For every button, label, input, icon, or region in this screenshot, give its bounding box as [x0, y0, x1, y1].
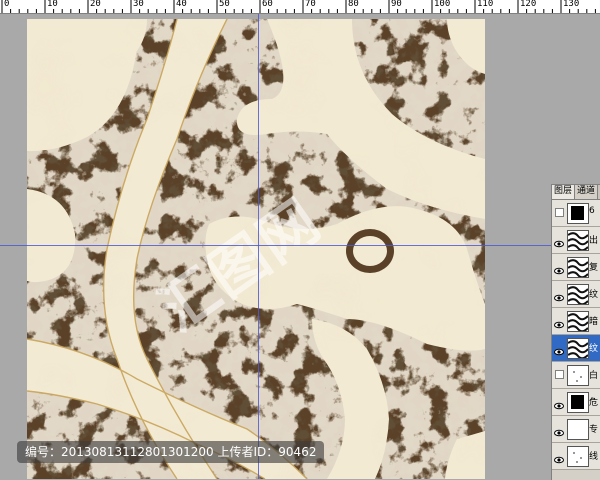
layer-name: 线 — [589, 452, 599, 462]
ruler-label: 50 — [219, 0, 230, 9]
tab-layers[interactable]: 图层 — [552, 185, 576, 199]
layer-name: 危 — [589, 398, 599, 408]
eye-icon[interactable] — [554, 234, 564, 248]
marble-tile-artwork[interactable]: 汇图网 — [27, 19, 485, 479]
layer-name: 复 — [589, 263, 599, 273]
layer-name: 6 — [589, 206, 595, 216]
panel-tabs: 图层 通道 — [552, 185, 600, 200]
eye-icon[interactable] — [554, 396, 564, 410]
ruler-label: 100 — [434, 0, 451, 9]
white-dots-icon — [567, 446, 589, 467]
layer-row[interactable]: 纹 — [552, 335, 600, 362]
eye-icon[interactable] — [554, 423, 564, 437]
layer-row[interactable]: 暗 — [552, 308, 600, 335]
ruler-label: 30 — [133, 0, 144, 9]
layer-name: 白 — [589, 371, 599, 381]
layer-name: 纹 — [589, 344, 599, 354]
black-icon — [567, 392, 589, 413]
layer-name: 专 — [589, 425, 599, 435]
eye-icon[interactable] — [554, 342, 564, 356]
ruler-label: 40 — [176, 0, 187, 9]
ruler-label: 110 — [477, 0, 494, 9]
marble-pattern-icon — [567, 338, 589, 359]
eye-icon[interactable] — [554, 288, 564, 302]
marble-pattern-icon — [567, 311, 589, 332]
ruler-label: 0 — [4, 0, 10, 9]
ruler-label: 10 — [47, 0, 58, 9]
visibility-toggle[interactable] — [555, 370, 564, 379]
vertical-guide[interactable] — [258, 14, 259, 479]
layers-panel: 图层 通道 6出复纹暗纹白危专线 — [551, 184, 600, 480]
image-id-banner: 编号：20130813112801301200 上传者ID：90462 — [17, 441, 325, 463]
ruler-label: 70 — [305, 0, 316, 9]
ruler-label: 20 — [90, 0, 101, 9]
layer-name: 出 — [589, 236, 599, 246]
layer-row[interactable]: 线 — [552, 443, 600, 470]
marble-pattern-icon — [567, 230, 589, 251]
ruler-label: 60 — [262, 0, 273, 9]
marble-pattern-icon — [567, 284, 589, 305]
marble-pattern-icon — [567, 257, 589, 278]
layer-row[interactable]: 纹 — [552, 281, 600, 308]
horizontal-ruler: 0102030405060708090100110120130140 — [0, 0, 600, 14]
visibility-toggle[interactable] — [555, 208, 564, 217]
ruler-label: 90 — [391, 0, 402, 9]
horizontal-guide[interactable] — [0, 245, 600, 246]
layer-list: 6出复纹暗纹白危专线 — [552, 200, 600, 470]
tab-channels[interactable]: 通道 — [575, 185, 599, 199]
layer-row[interactable]: 白 — [552, 362, 600, 389]
eye-icon[interactable] — [554, 315, 564, 329]
canvas-area[interactable]: 汇图网 — [0, 14, 600, 479]
layer-row[interactable]: 复 — [552, 254, 600, 281]
eye-icon[interactable] — [554, 261, 564, 275]
ruler-label: 120 — [520, 0, 537, 9]
ruler-label: 130 — [563, 0, 580, 9]
layer-name: 纹 — [589, 290, 599, 300]
layer-name: 暗 — [589, 317, 599, 327]
layer-row[interactable]: 专 — [552, 416, 600, 443]
layer-row[interactable]: 危 — [552, 389, 600, 416]
ruler-label: 80 — [348, 0, 359, 9]
layer-row[interactable]: 出 — [552, 227, 600, 254]
eye-icon[interactable] — [554, 450, 564, 464]
layer-row[interactable]: 6 — [552, 200, 600, 227]
black-icon — [567, 203, 589, 224]
white-dots-icon — [567, 365, 589, 386]
white-icon — [567, 419, 589, 440]
